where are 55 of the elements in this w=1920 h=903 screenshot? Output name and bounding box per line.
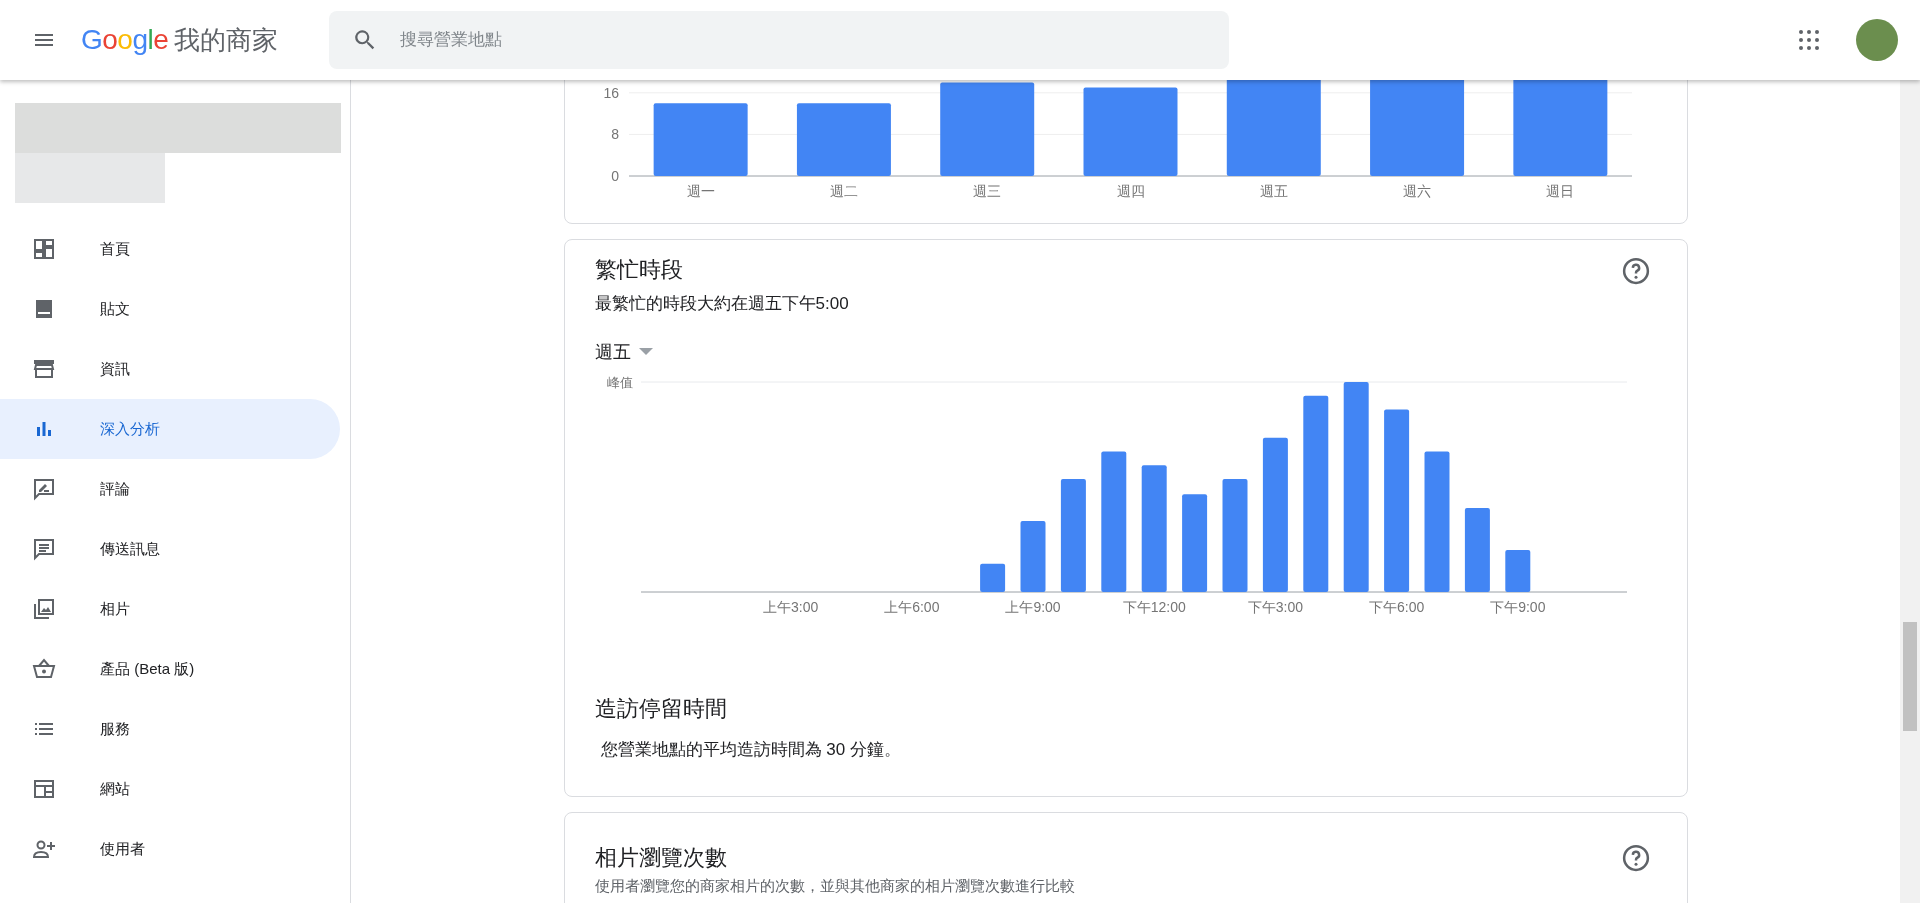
sidebar-item[interactable]: 網站 — [0, 759, 340, 819]
bar — [1020, 520, 1045, 592]
axis-category-label: 週二 — [829, 183, 858, 199]
photos-icon — [32, 597, 56, 621]
dropdown-caret-icon — [638, 348, 653, 356]
search-field[interactable]: 搜尋營業地點 — [329, 11, 1230, 69]
axis-tick-label: 下午3:00 — [1247, 598, 1303, 615]
axis-tick-label: 上午9:00 — [1004, 598, 1061, 615]
axis-category-label: 週一 — [686, 183, 715, 199]
scrollbar[interactable] — [1900, 80, 1920, 903]
bar — [1504, 549, 1530, 592]
axis-tick-label: 上午6:00 — [883, 598, 939, 615]
product-name: 我的商家 — [174, 23, 279, 57]
dashboard-icon — [32, 237, 56, 261]
basket-icon — [32, 657, 56, 681]
day-dropdown[interactable]: 週五 — [594, 338, 653, 366]
axis-category-label: 週三 — [972, 183, 1001, 199]
axis-tick-label: 上午3:00 — [762, 598, 818, 615]
axis-tick-label: 8 — [610, 126, 619, 143]
sidebar-item[interactable]: 資訊 — [0, 339, 340, 399]
apps-grid-icon[interactable] — [1797, 28, 1821, 52]
sidebar-item[interactable]: 服務 — [0, 699, 340, 759]
axis-category-label: 週五 — [1259, 183, 1288, 199]
axis-tick-label: 0 — [610, 168, 619, 184]
sidebar-item[interactable]: 使用者 — [0, 819, 340, 879]
photo-views-description: 使用者瀏覽您的商家相片的次數，並與其他商家的相片瀏覽次數進行比較 — [594, 876, 1076, 896]
axis-category-label: 週六 — [1402, 183, 1431, 199]
card-title: 相片瀏覽次數 — [594, 844, 727, 872]
sidebar-item[interactable]: 深入分析 — [0, 399, 340, 459]
axis-tick-label: 下午12:00 — [1122, 598, 1186, 615]
bar — [979, 563, 1005, 592]
sidebar-item[interactable]: 相片 — [0, 579, 340, 639]
sidebar-item[interactable]: 傳送訊息 — [0, 519, 340, 579]
help-icon[interactable] — [1620, 256, 1651, 286]
card-title: 繁忙時段 — [594, 256, 683, 284]
sidebar-item[interactable]: 首頁 — [0, 219, 340, 279]
axis-tick-label: 16 — [602, 84, 619, 101]
avatar[interactable] — [1856, 19, 1898, 61]
axis-tick-label: 下午6:00 — [1368, 598, 1424, 615]
review-icon — [32, 477, 56, 501]
sidebar-item[interactable]: 產品 (Beta 版) — [0, 639, 340, 699]
visit-duration-text: 您營業地點的平均造訪時間為 30 分鐘。 — [599, 738, 902, 761]
storefront-icon — [32, 357, 56, 381]
axis-tick-label: 下午9:00 — [1489, 598, 1545, 615]
busiest-time-summary: 最繁忙的時段大約在週五下午5:00 — [594, 293, 850, 315]
axis-category-label: 週日 — [1545, 183, 1574, 199]
section-title: 造訪停留時間 — [594, 694, 728, 723]
message-icon — [32, 537, 56, 561]
sidebar-item[interactable]: 貼文 — [0, 279, 340, 339]
google-logo: Google — [81, 23, 169, 57]
axis-category-label: 週四 — [1116, 183, 1144, 199]
sidebar-item[interactable]: 評論 — [0, 459, 340, 519]
web-icon — [32, 777, 56, 801]
peak-label: 峰值 — [606, 374, 633, 390]
help-icon[interactable] — [1620, 843, 1651, 873]
